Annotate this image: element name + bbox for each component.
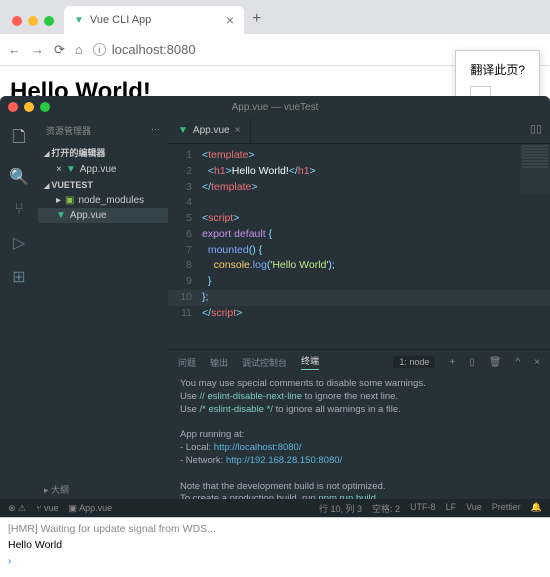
traffic-lights bbox=[8, 16, 64, 34]
tab-label: App.vue bbox=[193, 125, 230, 136]
editor-tab[interactable]: ▼ App.vue × bbox=[168, 118, 251, 143]
split-terminal-icon[interactable]: ▯ bbox=[469, 357, 475, 368]
maximize-dot[interactable] bbox=[44, 16, 54, 26]
editor-tabs: ▼ App.vue × ▯▯ bbox=[168, 118, 550, 144]
chevron-right-icon: ▸ bbox=[56, 195, 61, 206]
minimize-dot[interactable] bbox=[28, 16, 38, 26]
url-text: localhost:8080 bbox=[112, 42, 196, 57]
editor-main: ▼ App.vue × ▯▯ 1<template> 2 <h1>Hello W… bbox=[168, 118, 550, 499]
status-branch[interactable]: ⑂ vue bbox=[36, 503, 58, 513]
editor-min-dot[interactable] bbox=[24, 102, 34, 112]
folder-node-modules[interactable]: ▸ ▣ node_modules bbox=[38, 193, 168, 208]
tab-output[interactable]: 输出 bbox=[210, 356, 228, 369]
explorer-title: 资源管理器 ⋯ bbox=[38, 118, 168, 143]
split-editor-icon[interactable]: ▯▯ bbox=[522, 118, 550, 143]
close-tab-icon[interactable]: × bbox=[226, 12, 234, 28]
close-panel-icon[interactable]: × bbox=[534, 357, 540, 368]
browser-tab[interactable]: ▼ Vue CLI App × bbox=[64, 6, 244, 34]
editor-max-dot[interactable] bbox=[40, 102, 50, 112]
term-line: Note that the development build is not o… bbox=[180, 481, 538, 494]
folder-label: node_modules bbox=[78, 195, 144, 206]
home-button[interactable]: ⌂ bbox=[75, 42, 83, 57]
status-position[interactable]: 行 10, 列 3 bbox=[319, 502, 362, 515]
status-file[interactable]: ▣ App.vue bbox=[69, 503, 113, 514]
panel-tabs: 问题 输出 调试控制台 终端 1: node + ▯ 🗑 ^ × bbox=[168, 350, 550, 374]
status-eol[interactable]: LF bbox=[446, 502, 457, 515]
extensions-icon[interactable]: ⊞ bbox=[12, 267, 25, 287]
project-section[interactable]: VUETEST bbox=[38, 177, 168, 193]
maximize-panel-icon[interactable]: ^ bbox=[515, 357, 520, 368]
status-spaces[interactable]: 空格: 2 bbox=[372, 502, 400, 515]
term-line: App running at: bbox=[180, 429, 538, 442]
vscode-window: App.vue — vueTest 🗋 🔍 ⑂ ▷ ⊞ 资源管理器 ⋯ 打开的编… bbox=[0, 96, 550, 517]
vue-file-icon: ▼ bbox=[56, 210, 66, 221]
window-title: App.vue — vueTest bbox=[232, 102, 319, 113]
term-line: To create a production build, run npm ru… bbox=[180, 493, 538, 499]
console-prompt[interactable]: › bbox=[8, 554, 542, 570]
open-editor-item[interactable]: × ▼ App.vue bbox=[38, 162, 168, 177]
open-editors-section[interactable]: 打开的编辑器 bbox=[38, 143, 168, 162]
site-info-icon[interactable]: i bbox=[93, 43, 106, 56]
status-encoding[interactable]: UTF-8 bbox=[410, 502, 436, 515]
devtools-console[interactable]: [HMR] Waiting for update signal from WDS… bbox=[0, 517, 550, 577]
term-line: - Network: http://192.168.28.150:8080/ bbox=[180, 455, 538, 468]
explorer-label: 资源管理器 bbox=[46, 124, 91, 137]
tab-terminal[interactable]: 终端 bbox=[301, 354, 319, 370]
new-terminal-icon[interactable]: + bbox=[449, 357, 455, 368]
search-icon[interactable]: 🔍 bbox=[9, 167, 29, 187]
explorer-more-icon[interactable]: ⋯ bbox=[151, 124, 160, 137]
tab-problems[interactable]: 问题 bbox=[178, 356, 196, 369]
sidebar: 资源管理器 ⋯ 打开的编辑器 × ▼ App.vue VUETEST ▸ ▣ n… bbox=[38, 118, 168, 499]
translate-prompt: 翻译此页? bbox=[470, 61, 525, 78]
vue-file-icon: ▼ bbox=[178, 125, 188, 136]
back-button[interactable]: ← bbox=[8, 42, 21, 57]
vue-favicon: ▼ bbox=[74, 15, 84, 26]
code-editor[interactable]: 1<template> 2 <h1>Hello World!</h1> 3</t… bbox=[168, 144, 550, 349]
panel: 问题 输出 调试控制台 终端 1: node + ▯ 🗑 ^ × You may… bbox=[168, 349, 550, 499]
explorer-icon[interactable]: 🗋 bbox=[13, 126, 26, 153]
file-app-vue[interactable]: ▼ App.vue bbox=[38, 208, 168, 223]
close-dot[interactable] bbox=[12, 16, 22, 26]
scm-icon[interactable]: ⑂ bbox=[14, 201, 24, 219]
status-bar: ⊗ ⚠ ⑂ vue ▣ App.vue 行 10, 列 3 空格: 2 UTF-… bbox=[0, 499, 550, 517]
trash-icon[interactable]: 🗑 bbox=[489, 357, 502, 368]
console-line: Hello World bbox=[8, 538, 542, 554]
vue-file-icon: ▼ bbox=[66, 164, 76, 175]
editor-close-dot[interactable] bbox=[8, 102, 18, 112]
forward-button[interactable]: → bbox=[31, 42, 44, 57]
terminal-selector[interactable]: 1: node bbox=[393, 356, 435, 368]
term-line: Use // eslint-disable-next-line to ignor… bbox=[180, 391, 538, 404]
minimap[interactable] bbox=[520, 144, 550, 194]
term-line: - Local: http://localhost:8080/ bbox=[180, 442, 538, 455]
new-tab-button[interactable]: + bbox=[244, 10, 269, 34]
status-bell-icon[interactable]: 🔔 bbox=[531, 502, 542, 515]
folder-icon: ▣ bbox=[65, 195, 74, 206]
activity-bar: 🗋 🔍 ⑂ ▷ ⊞ bbox=[0, 118, 38, 499]
tab-title: Vue CLI App bbox=[90, 14, 151, 26]
file-label: App.vue bbox=[80, 164, 117, 175]
tab-debug[interactable]: 调试控制台 bbox=[242, 356, 287, 369]
browser-window: ▼ Vue CLI App × + ← → ⟳ ⌂ i localhost:80… bbox=[0, 0, 550, 100]
debug-icon[interactable]: ▷ bbox=[13, 233, 25, 253]
reload-button[interactable]: ⟳ bbox=[54, 42, 65, 58]
term-line: Use /* eslint-disable */ to ignore all w… bbox=[180, 404, 538, 417]
status-lang[interactable]: Vue bbox=[466, 502, 482, 515]
outline-section[interactable]: 大纲 bbox=[38, 480, 75, 499]
close-file-icon[interactable]: × bbox=[56, 164, 62, 175]
term-line: You may use special comments to disable … bbox=[180, 378, 538, 391]
status-prettier[interactable]: Prettier bbox=[492, 502, 521, 515]
editor-body: 🗋 🔍 ⑂ ▷ ⊞ 资源管理器 ⋯ 打开的编辑器 × ▼ App.vue VUE… bbox=[0, 118, 550, 499]
browser-tab-strip: ▼ Vue CLI App × + bbox=[0, 0, 550, 34]
terminal-output[interactable]: You may use special comments to disable … bbox=[168, 374, 550, 499]
status-errors[interactable]: ⊗ ⚠ bbox=[8, 503, 26, 514]
console-line: [HMR] Waiting for update signal from WDS… bbox=[8, 522, 542, 538]
file-label: App.vue bbox=[70, 210, 107, 221]
editor-titlebar: App.vue — vueTest bbox=[0, 96, 550, 118]
close-tab-icon[interactable]: × bbox=[235, 125, 241, 136]
